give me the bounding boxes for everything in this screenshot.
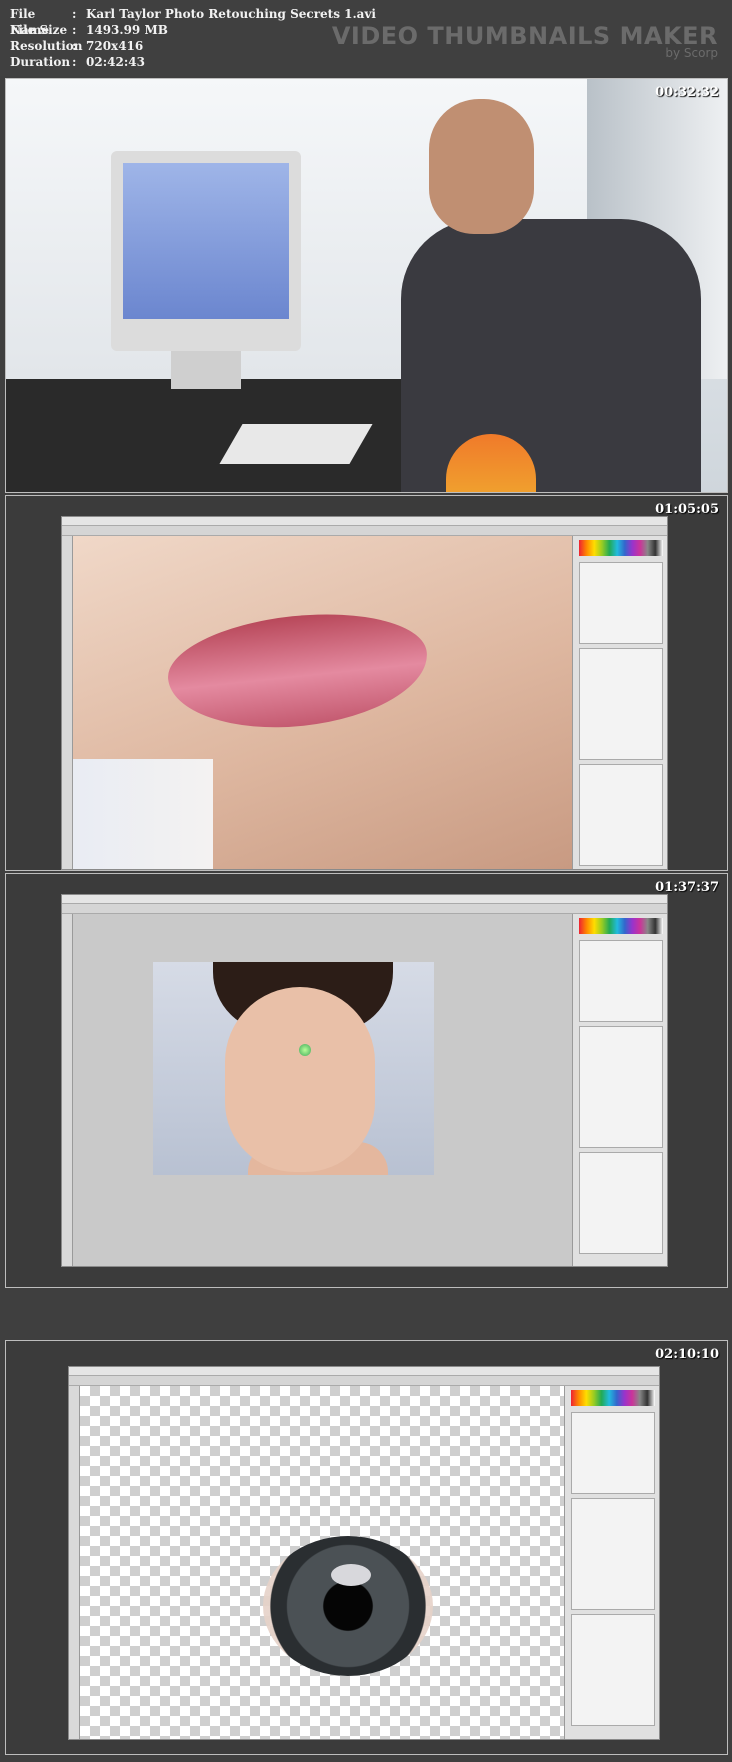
- brush-cursor: [299, 1044, 311, 1056]
- photoshop-window: [61, 894, 668, 1267]
- menu-bar: [62, 895, 667, 904]
- history-panel: [579, 1026, 663, 1148]
- thumbnail-frame-3: 01:37:37: [5, 873, 728, 1288]
- swatches-panel: [579, 918, 663, 934]
- tools-panel: [69, 1386, 80, 1739]
- portrait-image: [153, 962, 434, 1175]
- monitor-screen: [123, 163, 289, 319]
- face: [225, 987, 375, 1172]
- tshirt-graphic: [446, 434, 536, 492]
- brand-byline: by Scorp: [665, 46, 718, 60]
- resolution-value: 720x416: [86, 39, 144, 53]
- photoshop-window: [61, 516, 668, 870]
- frame-timestamp: 01:37:37: [655, 880, 719, 895]
- file-size-value: 1493.99 MB: [86, 23, 168, 37]
- catchlight: [331, 1564, 371, 1586]
- tools-panel: [62, 914, 73, 1266]
- photoshop-window: [68, 1366, 660, 1740]
- neck-shadow: [73, 759, 213, 869]
- desk: [6, 379, 436, 492]
- duration-label: Duration: [10, 55, 71, 69]
- layers-panel: [579, 1152, 663, 1254]
- history-panel: [579, 648, 663, 760]
- panels-dock: [572, 914, 667, 1266]
- frame-timestamp: 02:10:10: [655, 1347, 719, 1362]
- resolution-label: Resolution: [10, 39, 83, 53]
- brand-title: VIDEO THUMBNAILS MAKER: [331, 22, 718, 50]
- image-canvas: [80, 1386, 564, 1739]
- menu-bar: [62, 517, 667, 526]
- eye-iris-image: [263, 1536, 433, 1676]
- options-bar: [62, 526, 667, 536]
- presenter-torso: [401, 219, 701, 492]
- thumbnail-frame-4: 02:10:10: [5, 1340, 728, 1755]
- panels-dock: [564, 1386, 659, 1739]
- image-canvas: [73, 536, 572, 869]
- presenter-head: [429, 99, 534, 234]
- thumbnail-sheet-header: File Name : Karl Taylor Photo Retouching…: [0, 0, 732, 76]
- file-name-label: File Name: [10, 7, 50, 37]
- layers-panel: [579, 764, 663, 866]
- info-panel: [579, 940, 663, 1022]
- file-name-value: Karl Taylor Photo Retouching Secrets 1.a…: [86, 7, 376, 21]
- info-panel: [571, 1412, 655, 1494]
- separator: :: [72, 7, 77, 21]
- menu-bar: [69, 1367, 659, 1376]
- frame-timestamp: 00:32:32: [655, 85, 719, 100]
- presenter: [401, 99, 711, 492]
- tools-panel: [62, 536, 73, 869]
- monitor-stand: [171, 351, 241, 389]
- info-panel: [579, 562, 663, 644]
- file-size-label: File Size: [10, 23, 68, 37]
- options-bar: [69, 1376, 659, 1386]
- resolution-row: Resolution : 720x416: [10, 38, 376, 54]
- options-bar: [62, 904, 667, 914]
- duration-value: 02:42:43: [86, 55, 145, 69]
- computer-monitor: [111, 151, 301, 351]
- history-panel: [571, 1498, 655, 1610]
- thumbnail-frame-1: 00:32:32: [5, 78, 728, 493]
- duration-row: Duration : 02:42:43: [10, 54, 376, 70]
- separator: :: [72, 55, 77, 69]
- layers-panel: [571, 1614, 655, 1726]
- file-size-row: File Size : 1493.99 MB: [10, 22, 376, 38]
- file-name-row: File Name : Karl Taylor Photo Retouching…: [10, 6, 376, 37]
- panels-dock: [572, 536, 667, 869]
- swatches-panel: [579, 540, 663, 556]
- swatches-panel: [571, 1390, 655, 1406]
- separator: :: [72, 39, 77, 53]
- thumbnail-frame-2: 01:05:05: [5, 495, 728, 871]
- file-metadata: File Name : Karl Taylor Photo Retouching…: [10, 6, 376, 70]
- image-canvas: [73, 914, 572, 1266]
- separator: :: [72, 23, 77, 37]
- keyboard: [219, 424, 373, 464]
- frame-timestamp: 01:05:05: [655, 502, 719, 517]
